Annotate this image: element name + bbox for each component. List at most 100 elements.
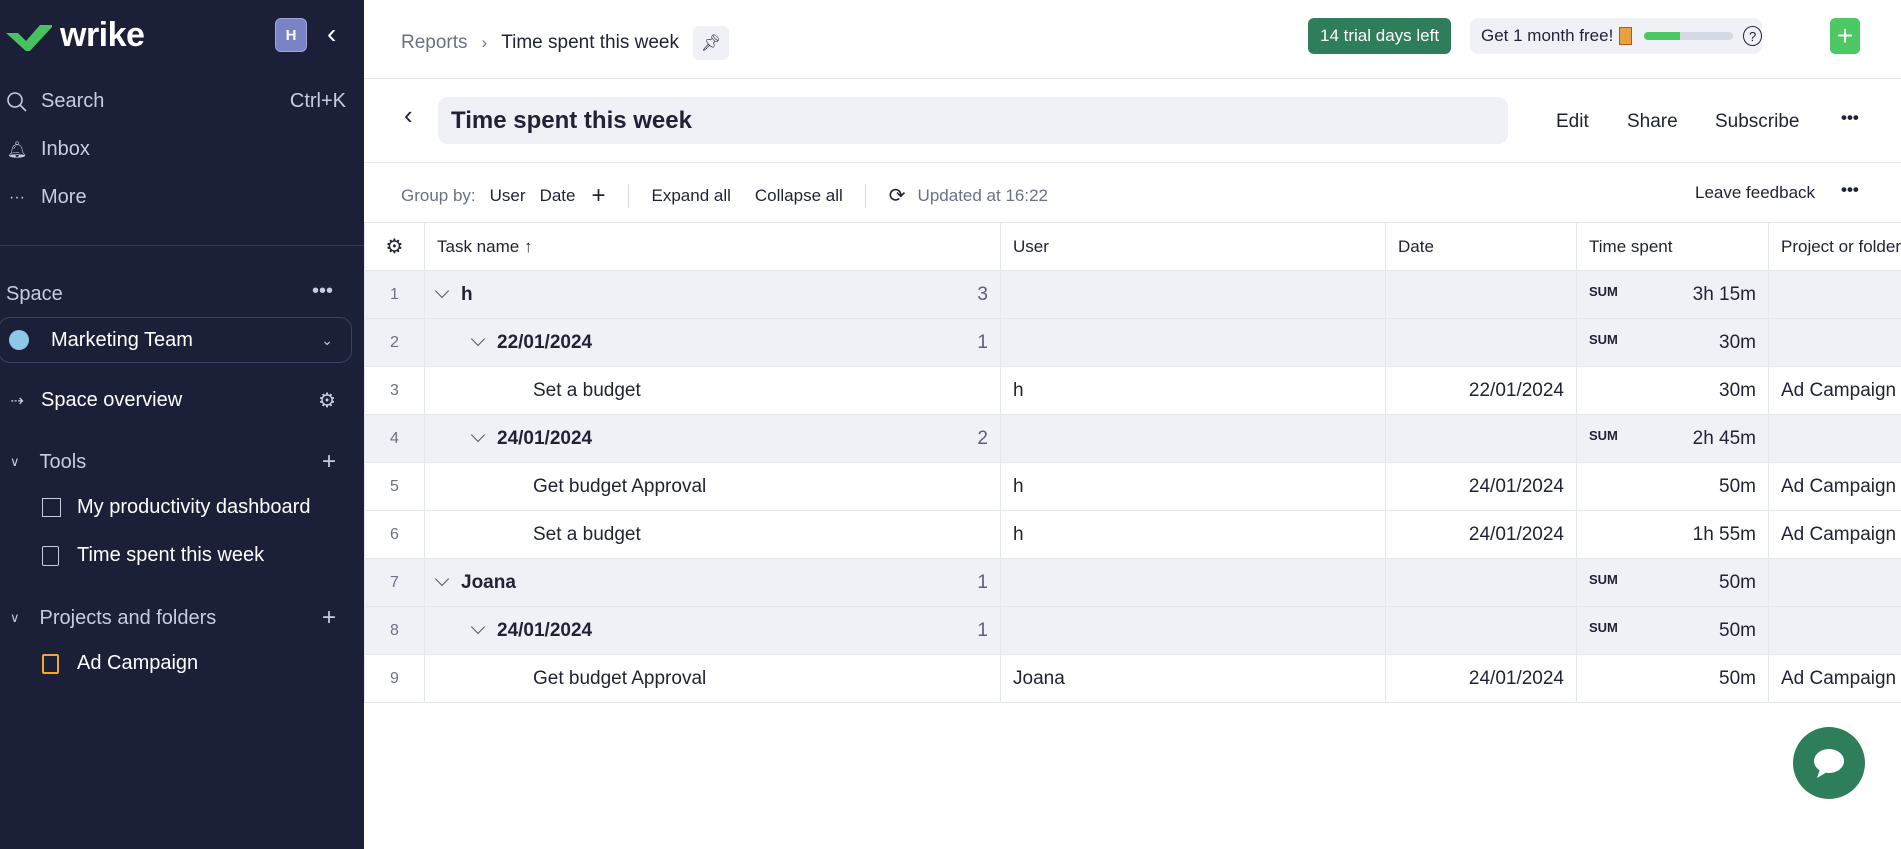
column-user[interactable]: User xyxy=(1000,222,1386,271)
date-cell[interactable]: 24/01/2024 xyxy=(1385,462,1577,511)
collapse-sidebar-icon[interactable]: ‹ xyxy=(327,18,336,50)
row-number: 4 xyxy=(364,414,425,463)
sidebar-item-time-spent[interactable]: Time spent this week xyxy=(42,544,264,567)
group-row[interactable]: 8 24/01/2024 1 SUM 50m xyxy=(364,606,1901,655)
sidebar-item-productivity-dashboard[interactable]: My productivity dashboard xyxy=(42,496,310,519)
project-cell[interactable]: Ad Campaign xyxy=(1768,510,1901,559)
gear-icon[interactable]: ⚙ xyxy=(318,388,336,413)
column-time-spent[interactable]: Time spent xyxy=(1576,222,1769,271)
report-title-input[interactable]: Time spent this week xyxy=(438,97,1508,144)
project-cell xyxy=(1768,318,1901,367)
chat-button[interactable] xyxy=(1793,727,1865,799)
table-row[interactable]: 3 Set a budget h 22/01/2024 30m Ad Campaign xyxy=(364,366,1901,415)
search-item[interactable]: Search Ctrl+K xyxy=(6,90,346,113)
table-row[interactable]: 5 Get budget Approval h 24/01/2024 50m Ad Cam… xyxy=(364,462,1901,511)
chevron-right-icon: › xyxy=(481,33,488,52)
date-cell[interactable]: 24/01/2024 xyxy=(1385,510,1577,559)
group-date-chip[interactable]: Date xyxy=(540,186,576,206)
table-row[interactable]: 6 Set a budget h 24/01/2024 1h 55m Ad Campaig… xyxy=(364,510,1901,559)
add-group-icon[interactable]: + xyxy=(591,184,605,208)
group-name-cell[interactable]: 24/01/2024 1 xyxy=(424,606,1001,655)
divider xyxy=(0,245,364,246)
promo-banner[interactable]: Get 1 month free! ? xyxy=(1470,18,1762,54)
expand-all-button[interactable]: Expand all xyxy=(652,186,731,206)
add-tool-icon[interactable]: + xyxy=(322,448,336,476)
breadcrumb-current: Time spent this week xyxy=(501,32,679,53)
group-row[interactable]: 1 h 3 SUM 3h 15m xyxy=(364,270,1901,319)
space-overview-item[interactable]: ⇢ Space overview ⚙ xyxy=(6,388,336,413)
add-project-icon[interactable]: + xyxy=(322,604,336,632)
date-cell[interactable]: 22/01/2024 xyxy=(1385,366,1577,415)
time-cell[interactable]: 30m xyxy=(1576,366,1769,415)
divider xyxy=(364,162,1901,163)
user-cell[interactable]: Joana xyxy=(1000,654,1386,703)
row-number: 7 xyxy=(364,558,425,607)
leave-feedback-button[interactable]: Leave feedback xyxy=(1695,183,1815,203)
toolbar-more-icon[interactable]: ••• xyxy=(1841,180,1859,200)
pin-icon[interactable]: 📌︎ xyxy=(692,26,729,60)
projects-section[interactable]: ∨ Projects and folders + xyxy=(10,604,336,632)
column-date[interactable]: Date xyxy=(1385,222,1577,271)
tools-section[interactable]: ∨ Tools + xyxy=(10,448,336,476)
chevron-down-icon[interactable] xyxy=(470,619,486,634)
group-name-cell[interactable]: Joana 1 xyxy=(424,558,1001,607)
date-cell xyxy=(1385,318,1577,367)
inbox-item[interactable]: 🔔︎ Inbox xyxy=(6,138,90,161)
sidebar-item-ad-campaign[interactable]: Ad Campaign xyxy=(42,652,198,675)
refresh-icon[interactable]: ⟳ xyxy=(889,183,906,208)
time-cell[interactable]: 50m xyxy=(1576,654,1769,703)
back-icon[interactable]: ‹ xyxy=(404,100,413,131)
wrike-logo[interactable]: wrike xyxy=(6,16,145,55)
column-project[interactable]: Project or folder xyxy=(1768,222,1901,271)
trial-badge[interactable]: 14 trial days left xyxy=(1308,18,1452,54)
space-menu-icon[interactable]: ••• xyxy=(312,280,333,303)
task-name-cell[interactable]: Set a budget xyxy=(424,366,1001,415)
more-options-icon[interactable]: ••• xyxy=(1841,108,1859,128)
group-row[interactable]: 7 Joana 1 SUM 50m xyxy=(364,558,1901,607)
share-button[interactable]: Share xyxy=(1627,111,1678,133)
subscribe-button[interactable]: Subscribe xyxy=(1715,111,1800,133)
time-cell[interactable]: 50m xyxy=(1576,462,1769,511)
create-button[interactable]: + xyxy=(1830,18,1860,54)
group-row[interactable]: 4 24/01/2024 2 SUM 2h 45m xyxy=(364,414,1901,463)
date-cell[interactable]: 24/01/2024 xyxy=(1385,654,1577,703)
divider xyxy=(627,183,629,208)
group-name-cell[interactable]: 22/01/2024 1 xyxy=(424,318,1001,367)
project-cell[interactable]: Ad Campaign xyxy=(1768,462,1901,511)
group-name-cell[interactable]: 24/01/2024 2 xyxy=(424,414,1001,463)
column-settings-icon[interactable]: ⚙ xyxy=(364,222,425,271)
user-cell[interactable]: h xyxy=(1000,510,1386,559)
group-user-chip[interactable]: User xyxy=(490,186,526,206)
space-selector[interactable]: Marketing Team ⌄ xyxy=(0,317,352,363)
task-name-cell[interactable]: Get budget Approval xyxy=(424,462,1001,511)
user-cell xyxy=(1000,558,1386,607)
group-row[interactable]: 2 22/01/2024 1 SUM 30m xyxy=(364,318,1901,367)
user-cell[interactable]: h xyxy=(1000,462,1386,511)
report-table: ⚙ Task name ↑ User Date Time spent Proje… xyxy=(364,222,1901,703)
task-name-cell[interactable]: Set a budget xyxy=(424,510,1001,559)
project-cell[interactable]: Ad Campaign xyxy=(1768,366,1901,415)
row-number: 1 xyxy=(364,270,425,319)
column-task-name[interactable]: Task name ↑ xyxy=(424,222,1001,271)
chevron-down-icon[interactable] xyxy=(434,283,450,298)
task-name-cell[interactable]: Get budget Approval xyxy=(424,654,1001,703)
group-name-cell[interactable]: h3 xyxy=(424,270,1001,319)
help-icon[interactable]: ? xyxy=(1743,26,1762,46)
chevron-down-icon[interactable] xyxy=(434,571,450,586)
avatar[interactable]: H xyxy=(275,18,307,52)
chevron-down-icon[interactable] xyxy=(470,331,486,346)
group-count: 1 xyxy=(977,331,988,353)
project-cell[interactable]: Ad Campaign xyxy=(1768,654,1901,703)
edit-button[interactable]: Edit xyxy=(1556,111,1589,133)
sort-asc-icon: ↑ xyxy=(523,236,533,256)
breadcrumb-reports[interactable]: Reports xyxy=(401,32,468,54)
table-row[interactable]: 9 Get budget Approval Joana 24/01/2024 50m Ad… xyxy=(364,654,1901,703)
time-cell[interactable]: 1h 55m xyxy=(1576,510,1769,559)
main: Reports › Time spent this week 📌︎ 14 tri… xyxy=(364,0,1901,849)
user-cell[interactable]: h xyxy=(1000,366,1386,415)
collapse-all-button[interactable]: Collapse all xyxy=(755,186,843,206)
project-cell xyxy=(1768,414,1901,463)
more-item[interactable]: ··· More xyxy=(6,186,87,209)
chevron-down-icon[interactable] xyxy=(470,427,486,442)
divider xyxy=(864,183,866,208)
